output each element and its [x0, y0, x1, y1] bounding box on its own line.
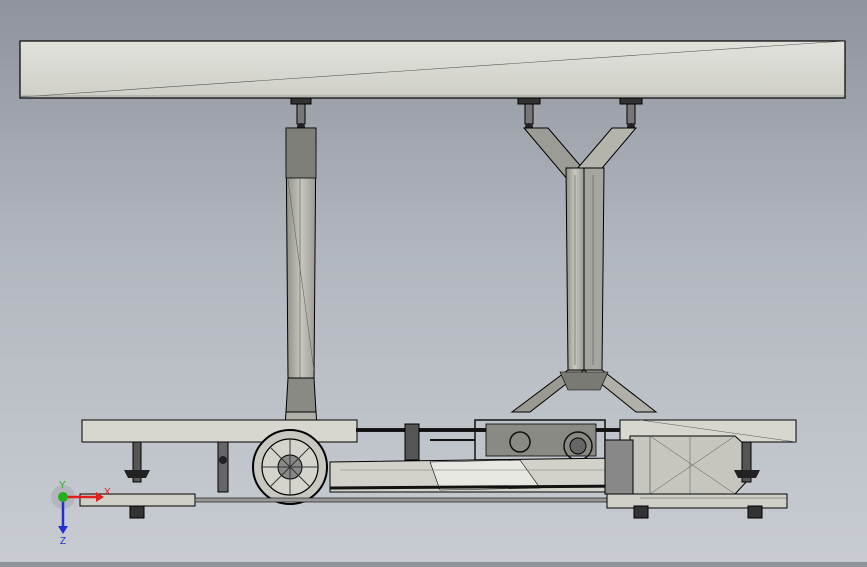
- base-rail[interactable]: [79, 493, 788, 509]
- assembly-drawing: X Y Z: [19, 40, 846, 547]
- beam-mount-left[interactable]: [290, 97, 312, 131]
- cad-viewport[interactable]: X Y Z: [0, 0, 867, 562]
- triad-z-label: Z: [60, 536, 66, 547]
- leveling-foot-1[interactable]: [124, 441, 150, 519]
- triad-origin: [58, 492, 68, 502]
- left-column[interactable]: [283, 127, 319, 441]
- right-y-column[interactable]: [510, 127, 658, 413]
- triad-x-label: X: [104, 487, 111, 498]
- drive-linkage[interactable]: [356, 419, 620, 461]
- beam-mount-mid[interactable]: [517, 97, 541, 131]
- beam-mount-right[interactable]: [619, 97, 643, 131]
- leveling-foot-2[interactable]: [217, 441, 229, 493]
- drive-wheel[interactable]: [252, 429, 328, 505]
- top-beam[interactable]: [19, 40, 846, 99]
- motor-housing[interactable]: [604, 435, 749, 495]
- leveling-foot-4[interactable]: [633, 505, 649, 519]
- carriage-body[interactable]: [329, 457, 631, 493]
- triad-z-arrow: [58, 526, 68, 534]
- coordinate-triad[interactable]: X Y Z: [51, 480, 111, 547]
- triad-y-label: Y: [59, 480, 66, 491]
